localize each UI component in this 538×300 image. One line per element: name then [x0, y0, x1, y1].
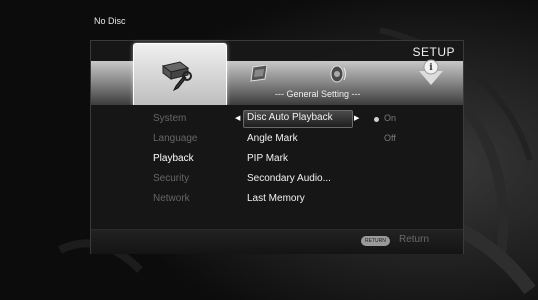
return-label[interactable]: Return — [399, 234, 429, 245]
value-on[interactable]: On — [384, 113, 396, 123]
section-title: --- General Setting --- — [275, 89, 361, 99]
settings-tools-icon — [161, 61, 192, 92]
category-network[interactable]: Network — [153, 193, 190, 204]
return-button-icon: RETURN — [361, 236, 390, 246]
option-secondary-audio[interactable]: Secondary Audio... — [247, 173, 331, 184]
left-arrow-icon[interactable]: ◀ — [235, 114, 240, 122]
disc-status: No Disc — [94, 16, 126, 26]
speaker-icon[interactable] — [327, 63, 347, 89]
category-system[interactable]: System — [153, 113, 186, 124]
svg-text:i: i — [429, 63, 433, 73]
category-playback[interactable]: Playback — [153, 153, 194, 164]
display-icon[interactable] — [249, 64, 269, 87]
option-angle-mark[interactable]: Angle Mark — [247, 133, 298, 144]
info-icon[interactable]: i — [417, 59, 445, 91]
selected-radio-icon — [374, 117, 379, 122]
setup-title: SETUP — [412, 45, 455, 59]
option-last-memory[interactable]: Last Memory — [247, 193, 305, 204]
category-language[interactable]: Language — [153, 133, 198, 144]
tab-general-setting[interactable] — [133, 43, 227, 107]
option-disc-auto-playback[interactable]: Disc Auto Playback — [247, 112, 333, 123]
option-pip-mark[interactable]: PIP Mark — [247, 153, 288, 164]
setup-menu-panel: SETUP i --- General Setting --- System L… — [90, 40, 464, 254]
value-off[interactable]: Off — [384, 133, 396, 143]
category-security[interactable]: Security — [153, 173, 189, 184]
right-arrow-icon[interactable]: ▶ — [354, 114, 359, 122]
footer-bar: RETURN Return — [91, 229, 463, 254]
